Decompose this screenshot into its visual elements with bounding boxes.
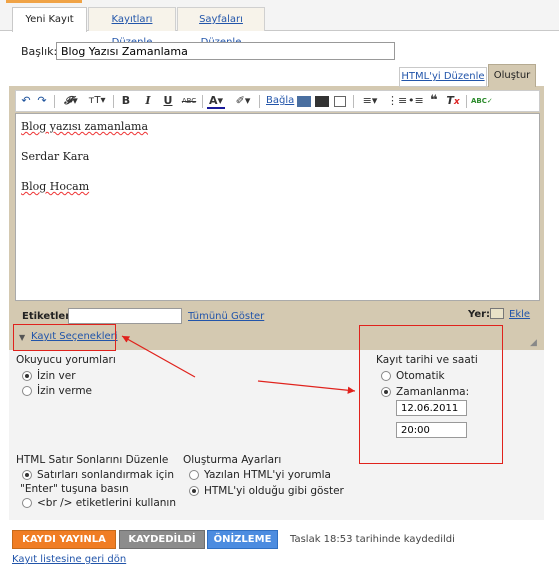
preview-button[interactable]: ÖNİZLEME: [207, 530, 278, 549]
publish-button[interactable]: KAYDI YAYINLA: [12, 530, 116, 549]
back-to-list-link[interactable]: Kayıt listesine geri dön: [12, 554, 126, 565]
arrow-to-date: [257, 380, 356, 394]
annotation-arrows: [121, 335, 356, 394]
draft-status-text: Taslak 18:53 tarihinde kaydedildi: [290, 534, 455, 545]
saved-button[interactable]: KAYDEDİLDİ: [119, 530, 205, 549]
arrow-to-options: [121, 335, 196, 378]
